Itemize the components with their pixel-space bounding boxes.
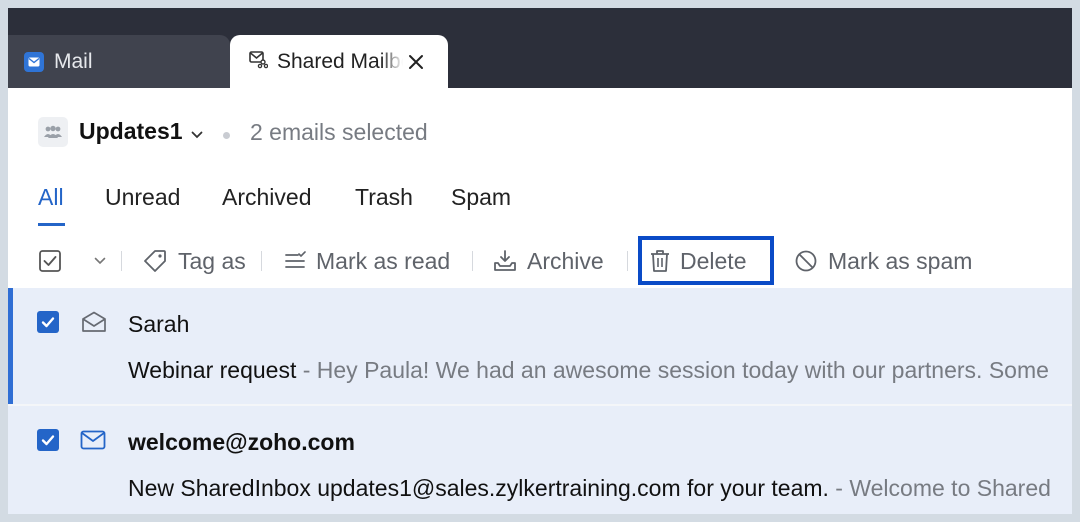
group-icon: [38, 117, 68, 147]
envelope-unread-icon: [80, 430, 106, 450]
checkbox-icon: [39, 250, 61, 272]
email-checkbox[interactable]: [37, 429, 59, 451]
envelope-open-icon: [82, 311, 106, 332]
tag-as-button[interactable]: Tag as: [142, 234, 246, 288]
archive-icon: [494, 250, 516, 271]
tab-shared-mailbox[interactable]: Shared Mailbox: [230, 35, 448, 88]
chevron-down-icon[interactable]: [191, 126, 203, 144]
tab-shared-mailbox-label: Shared Mailbox: [277, 49, 403, 73]
close-tab-icon[interactable]: [407, 53, 425, 71]
mark-as-spam-button[interactable]: Mark as spam: [794, 234, 972, 288]
mark-as-read-label: Mark as read: [316, 247, 451, 274]
app-window: Mail Shared Mailbox: [8, 8, 1072, 514]
email-snippet: - Hey Paula! We had an awesome session t…: [296, 357, 1049, 383]
toolbar-divider: [627, 251, 628, 271]
filter-tabs: All Unread Archived Trash Spam: [8, 180, 1072, 232]
email-list: Sarah Webinar request - Hey Paula! We ha…: [8, 288, 1072, 514]
toolbar-divider: [121, 251, 122, 271]
active-tab-indicator: [38, 223, 65, 226]
tag-as-label: Tag as: [178, 247, 246, 274]
select-all-checkbox[interactable]: [38, 234, 62, 288]
block-icon: [795, 250, 817, 272]
delete-label: Delete: [680, 247, 747, 274]
tab-mail[interactable]: Mail: [8, 35, 230, 88]
action-toolbar: Tag as Mark as read Archive Delete Mark …: [8, 234, 1072, 288]
email-checkbox[interactable]: [37, 311, 59, 333]
archive-label: Archive: [527, 247, 604, 274]
check-icon: [41, 317, 55, 328]
shared-mailbox-icon: [248, 49, 269, 74]
trash-icon: [651, 250, 669, 272]
email-subject: Webinar request: [128, 357, 297, 383]
archive-button[interactable]: Archive: [493, 234, 604, 288]
select-options-chevron-icon[interactable]: [94, 234, 106, 288]
email-preview: Webinar request - Hey Paula! We had an a…: [128, 357, 1068, 384]
email-row[interactable]: Sarah Webinar request - Hey Paula! We ha…: [8, 288, 1072, 404]
tab-spam[interactable]: Spam: [451, 184, 511, 211]
toolbar-divider: [472, 251, 473, 271]
check-icon: [41, 435, 55, 446]
email-preview: New SharedInbox updates1@sales.zylkertra…: [128, 475, 1068, 502]
mail-icon: [24, 51, 44, 72]
mailbox-name[interactable]: Updates1: [79, 118, 183, 145]
mark-as-spam-label: Mark as spam: [828, 247, 973, 274]
email-subject: New SharedInbox updates1@sales.zylkertra…: [128, 475, 829, 501]
mark-read-icon: [285, 251, 306, 268]
tab-all[interactable]: All: [38, 184, 64, 211]
delete-button[interactable]: Delete: [650, 234, 746, 288]
email-sender: Sarah: [128, 311, 190, 337]
selection-status: 2 emails selected: [250, 119, 428, 145]
separator-dot: [223, 132, 230, 139]
tab-mail-label: Mail: [54, 49, 93, 73]
email-sender: welcome@zoho.com: [128, 429, 355, 455]
tab-archived[interactable]: Archived: [222, 184, 311, 211]
tab-trash[interactable]: Trash: [355, 184, 413, 211]
mailbox-header: Updates1 2 emails selected: [8, 88, 1072, 180]
tab-unread[interactable]: Unread: [105, 184, 180, 211]
toolbar-divider: [261, 251, 262, 271]
mark-as-read-button[interactable]: Mark as read: [284, 234, 450, 288]
email-snippet: - Welcome to Shared: [828, 475, 1051, 501]
email-row[interactable]: welcome@zoho.com New SharedInbox updates…: [8, 406, 1072, 514]
tab-bar: Mail Shared Mailbox: [8, 8, 1072, 88]
tag-icon: [144, 250, 166, 272]
